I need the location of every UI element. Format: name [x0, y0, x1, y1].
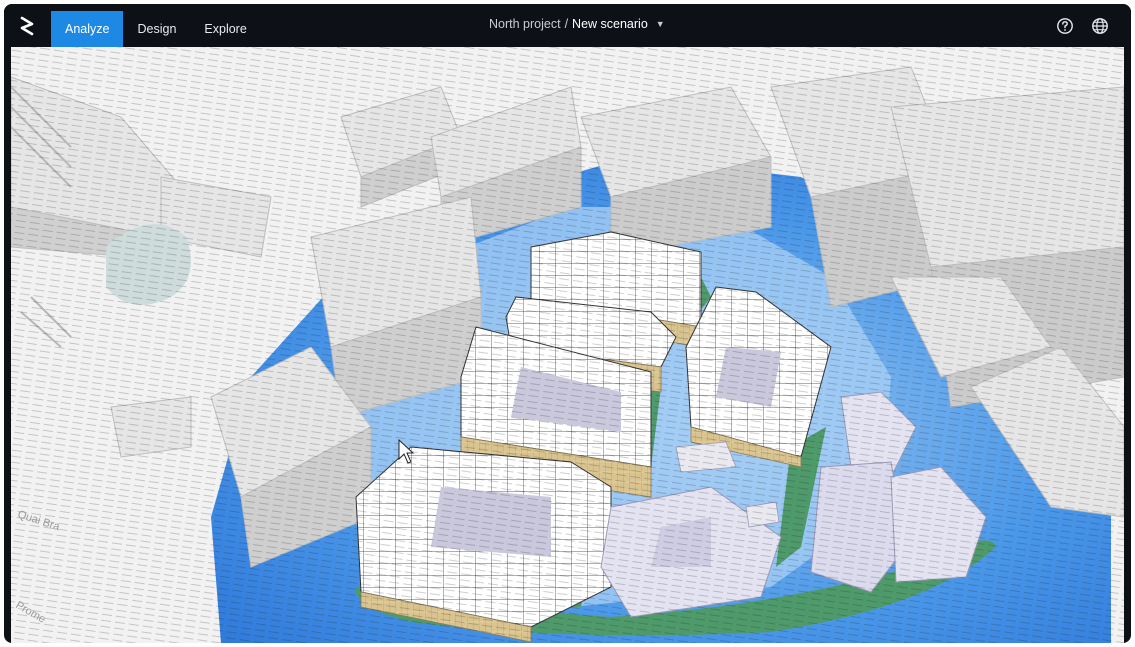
- map-viewport[interactable]: Quai Bra Prome: [11, 47, 1124, 643]
- project-name: North project: [489, 17, 561, 31]
- help-circle-icon[interactable]: [1056, 17, 1074, 35]
- tab-analyze[interactable]: Analyze: [51, 11, 124, 47]
- breadcrumb-separator: /: [564, 17, 569, 31]
- scenario-selector[interactable]: North project / New scenario ▼: [489, 17, 665, 31]
- tab-explore[interactable]: Explore: [190, 11, 260, 47]
- main-tabs: Analyze Design Explore: [51, 11, 261, 47]
- tab-design[interactable]: Design: [123, 11, 190, 47]
- chevron-down-icon: ▼: [655, 19, 665, 29]
- app-window: Analyze Design Explore North project / N…: [4, 4, 1131, 643]
- top-bar: Analyze Design Explore North project / N…: [4, 4, 1131, 47]
- scenario-name: New scenario: [572, 17, 648, 31]
- brand-logo-icon[interactable]: [16, 15, 38, 37]
- globe-icon[interactable]: [1091, 17, 1109, 35]
- wind-vector-overlay: [11, 47, 1124, 643]
- 3d-city-scene[interactable]: Quai Bra Prome: [11, 47, 1124, 643]
